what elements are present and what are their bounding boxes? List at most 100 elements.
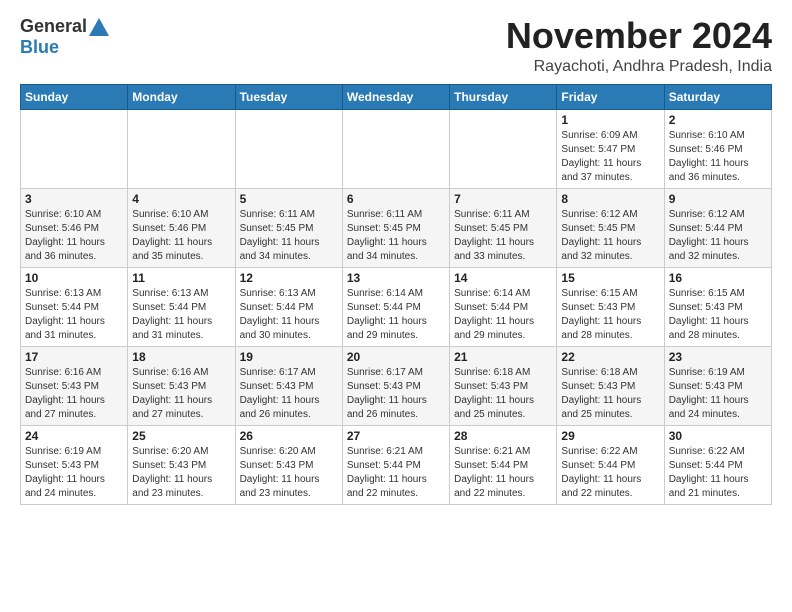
calendar-cell: 6Sunrise: 6:11 AM Sunset: 5:45 PM Daylig… — [342, 188, 449, 267]
day-number: 16 — [669, 271, 767, 285]
day-info: Sunrise: 6:10 AM Sunset: 5:46 PM Dayligh… — [25, 208, 123, 264]
day-number: 20 — [347, 350, 445, 364]
day-info: Sunrise: 6:13 AM Sunset: 5:44 PM Dayligh… — [25, 287, 123, 343]
day-info: Sunrise: 6:13 AM Sunset: 5:44 PM Dayligh… — [240, 287, 338, 343]
calendar-cell: 12Sunrise: 6:13 AM Sunset: 5:44 PM Dayli… — [235, 267, 342, 346]
logo-blue-text: Blue — [20, 37, 59, 58]
calendar-cell: 20 Sunrise: 6:17 AM Sunset: 5:43 PM Dayli… — [342, 346, 449, 425]
day-number: 23 — [669, 350, 767, 364]
day-number: 21 — [454, 350, 552, 364]
day-info: Sunrise: 6:17 AM Sunset: 5:43 PM Dayligh… — [347, 366, 445, 422]
calendar-cell — [450, 109, 557, 188]
logo-general-text: General — [20, 16, 87, 37]
day-number: 8 — [561, 192, 659, 206]
day-number: 4 — [132, 192, 230, 206]
day-number: 15 — [561, 271, 659, 285]
day-info: Sunrise: 6:21 AM Sunset: 5:44 PM Dayligh… — [454, 445, 552, 501]
day-info: Sunrise: 6:11 AM Sunset: 5:45 PM Dayligh… — [240, 208, 338, 264]
day-info: Sunrise: 6:21 AM Sunset: 5:44 PM Dayligh… — [347, 445, 445, 501]
calendar-cell: 14Sunrise: 6:14 AM Sunset: 5:44 PM Dayli… — [450, 267, 557, 346]
calendar-week-3: 17 Sunrise: 6:16 AM Sunset: 5:43 PM Dayli… — [21, 346, 772, 425]
col-header-friday: Friday — [557, 84, 664, 109]
col-header-tuesday: Tuesday — [235, 84, 342, 109]
day-info: Sunrise: 6:16 AM Sunset: 5:43 PM Dayligh… — [132, 366, 230, 422]
logo: General Blue — [20, 16, 109, 58]
day-info: Sunrise: 6:11 AM Sunset: 5:45 PM Dayligh… — [454, 208, 552, 264]
day-info: Sunrise: 6:18 AM Sunset: 5:43 PM Dayligh… — [561, 366, 659, 422]
calendar-cell — [235, 109, 342, 188]
calendar-cell: 19 Sunrise: 6:17 AM Sunset: 5:43 PM Dayli… — [235, 346, 342, 425]
calendar-cell: 26 Sunrise: 6:20 AM Sunset: 5:43 PM Dayli… — [235, 425, 342, 504]
day-number: 7 — [454, 192, 552, 206]
day-number: 22 — [561, 350, 659, 364]
day-info: Sunrise: 6:15 AM Sunset: 5:43 PM Dayligh… — [669, 287, 767, 343]
calendar-cell: 15 Sunrise: 6:15 AM Sunset: 5:43 PM Dayli… — [557, 267, 664, 346]
day-info: Sunrise: 6:22 AM Sunset: 5:44 PM Dayligh… — [561, 445, 659, 501]
title-block: November 2024 Rayachoti, Andhra Pradesh,… — [506, 16, 772, 76]
day-info: Sunrise: 6:22 AM Sunset: 5:44 PM Dayligh… — [669, 445, 767, 501]
calendar-table: SundayMondayTuesdayWednesdayThursdayFrid… — [20, 84, 772, 505]
day-number: 26 — [240, 429, 338, 443]
calendar-cell: 23 Sunrise: 6:19 AM Sunset: 5:43 PM Dayli… — [664, 346, 771, 425]
calendar-cell: 3 Sunrise: 6:10 AM Sunset: 5:46 PM Daylig… — [21, 188, 128, 267]
day-number: 19 — [240, 350, 338, 364]
calendar-cell: 27Sunrise: 6:21 AM Sunset: 5:44 PM Dayli… — [342, 425, 449, 504]
day-info: Sunrise: 6:17 AM Sunset: 5:43 PM Dayligh… — [240, 366, 338, 422]
day-info: Sunrise: 6:13 AM Sunset: 5:44 PM Dayligh… — [132, 287, 230, 343]
calendar-cell: 29Sunrise: 6:22 AM Sunset: 5:44 PM Dayli… — [557, 425, 664, 504]
calendar-week-1: 3 Sunrise: 6:10 AM Sunset: 5:46 PM Daylig… — [21, 188, 772, 267]
day-info: Sunrise: 6:09 AM Sunset: 5:47 PM Dayligh… — [561, 129, 659, 185]
calendar-location: Rayachoti, Andhra Pradesh, India — [506, 58, 772, 76]
day-number: 30 — [669, 429, 767, 443]
day-info: Sunrise: 6:16 AM Sunset: 5:43 PM Dayligh… — [25, 366, 123, 422]
logo-triangle-icon — [89, 18, 109, 36]
calendar-week-2: 10 Sunrise: 6:13 AM Sunset: 5:44 PM Dayli… — [21, 267, 772, 346]
col-header-wednesday: Wednesday — [342, 84, 449, 109]
calendar-header-row: SundayMondayTuesdayWednesdayThursdayFrid… — [21, 84, 772, 109]
day-number: 2 — [669, 113, 767, 127]
day-number: 18 — [132, 350, 230, 364]
day-number: 17 — [25, 350, 123, 364]
col-header-thursday: Thursday — [450, 84, 557, 109]
calendar-cell: 2 Sunrise: 6:10 AM Sunset: 5:46 PM Daylig… — [664, 109, 771, 188]
day-info: Sunrise: 6:10 AM Sunset: 5:46 PM Dayligh… — [132, 208, 230, 264]
calendar-cell: 24Sunrise: 6:19 AM Sunset: 5:43 PM Dayli… — [21, 425, 128, 504]
calendar-cell: 8Sunrise: 6:12 AM Sunset: 5:45 PM Daylig… — [557, 188, 664, 267]
day-number: 3 — [25, 192, 123, 206]
day-info: Sunrise: 6:20 AM Sunset: 5:43 PM Dayligh… — [132, 445, 230, 501]
day-info: Sunrise: 6:14 AM Sunset: 5:44 PM Dayligh… — [454, 287, 552, 343]
calendar-cell — [342, 109, 449, 188]
calendar-cell: 28 Sunrise: 6:21 AM Sunset: 5:44 PM Dayli… — [450, 425, 557, 504]
calendar-cell: 4 Sunrise: 6:10 AM Sunset: 5:46 PM Daylig… — [128, 188, 235, 267]
day-number: 28 — [454, 429, 552, 443]
day-info: Sunrise: 6:14 AM Sunset: 5:44 PM Dayligh… — [347, 287, 445, 343]
day-info: Sunrise: 6:12 AM Sunset: 5:44 PM Dayligh… — [669, 208, 767, 264]
col-header-monday: Monday — [128, 84, 235, 109]
calendar-week-4: 24Sunrise: 6:19 AM Sunset: 5:43 PM Dayli… — [21, 425, 772, 504]
day-info: Sunrise: 6:19 AM Sunset: 5:43 PM Dayligh… — [669, 366, 767, 422]
calendar-cell — [21, 109, 128, 188]
calendar-cell — [128, 109, 235, 188]
day-info: Sunrise: 6:20 AM Sunset: 5:43 PM Dayligh… — [240, 445, 338, 501]
day-info: Sunrise: 6:18 AM Sunset: 5:43 PM Dayligh… — [454, 366, 552, 422]
day-number: 9 — [669, 192, 767, 206]
calendar-cell: 30 Sunrise: 6:22 AM Sunset: 5:44 PM Dayli… — [664, 425, 771, 504]
calendar-title: November 2024 — [506, 16, 772, 56]
col-header-saturday: Saturday — [664, 84, 771, 109]
day-number: 13 — [347, 271, 445, 285]
col-header-sunday: Sunday — [21, 84, 128, 109]
calendar-cell: 22 Sunrise: 6:18 AM Sunset: 5:43 PM Dayli… — [557, 346, 664, 425]
calendar-cell: 7 Sunrise: 6:11 AM Sunset: 5:45 PM Daylig… — [450, 188, 557, 267]
day-number: 1 — [561, 113, 659, 127]
day-number: 11 — [132, 271, 230, 285]
calendar-cell: 1 Sunrise: 6:09 AM Sunset: 5:47 PM Daylig… — [557, 109, 664, 188]
calendar-week-0: 1 Sunrise: 6:09 AM Sunset: 5:47 PM Daylig… — [21, 109, 772, 188]
header: General Blue November 2024 Rayachoti, An… — [20, 16, 772, 76]
calendar-cell: 13 Sunrise: 6:14 AM Sunset: 5:44 PM Dayli… — [342, 267, 449, 346]
day-info: Sunrise: 6:15 AM Sunset: 5:43 PM Dayligh… — [561, 287, 659, 343]
day-number: 10 — [25, 271, 123, 285]
day-info: Sunrise: 6:10 AM Sunset: 5:46 PM Dayligh… — [669, 129, 767, 185]
calendar-cell: 25Sunrise: 6:20 AM Sunset: 5:43 PM Dayli… — [128, 425, 235, 504]
calendar-cell: 10 Sunrise: 6:13 AM Sunset: 5:44 PM Dayli… — [21, 267, 128, 346]
calendar-cell: 9 Sunrise: 6:12 AM Sunset: 5:44 PM Daylig… — [664, 188, 771, 267]
